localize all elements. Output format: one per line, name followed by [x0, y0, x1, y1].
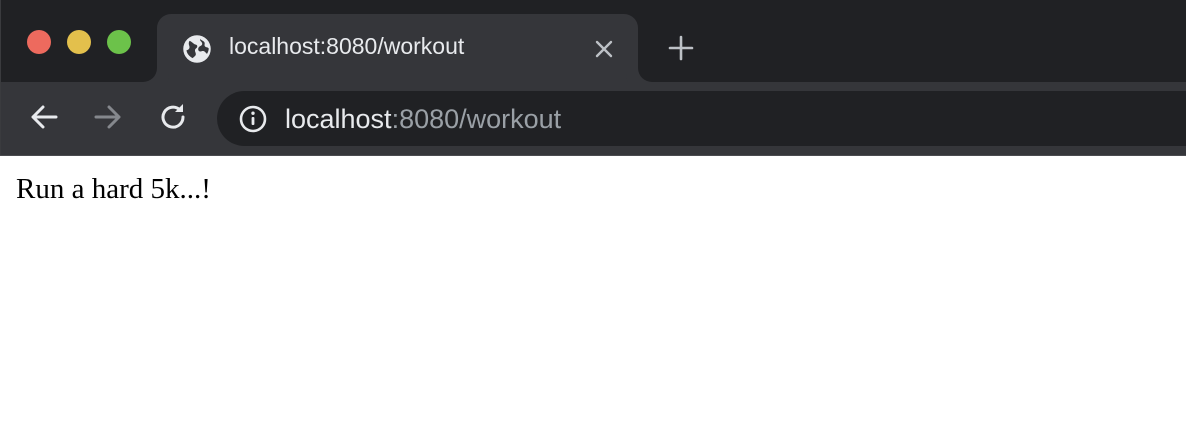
tab-strip: localhost:8080/workout — [0, 0, 1186, 82]
close-icon[interactable] — [593, 38, 615, 60]
back-button[interactable] — [27, 100, 61, 134]
info-icon[interactable] — [239, 105, 267, 133]
page-content: Run a hard 5k...! — [0, 156, 1186, 424]
url-text[interactable]: localhost:8080/workout — [285, 104, 561, 135]
reload-icon — [161, 104, 185, 129]
globe-icon — [182, 34, 212, 64]
arrow-right-icon — [94, 105, 121, 129]
arrow-left-icon — [31, 105, 58, 129]
window-minimize-button[interactable] — [67, 30, 91, 54]
browser-window: localhost:8080/workout localhost:8080/wo… — [0, 0, 1186, 424]
plus-icon[interactable] — [667, 34, 695, 62]
window-zoom-button[interactable] — [107, 30, 131, 54]
url-host: localhost — [285, 104, 392, 134]
tab-active[interactable]: localhost:8080/workout — [157, 14, 638, 82]
forward-button[interactable] — [91, 100, 125, 134]
url-path: :8080/workout — [391, 104, 562, 134]
toolbar: localhost:8080/workout — [0, 82, 1186, 155]
reload-button[interactable] — [156, 100, 190, 134]
page-body-text: Run a hard 5k...! — [16, 173, 211, 205]
tab-title: localhost:8080/workout — [229, 33, 465, 59]
window-close-button[interactable] — [27, 30, 51, 54]
address-bar[interactable]: localhost:8080/workout — [217, 91, 1186, 146]
